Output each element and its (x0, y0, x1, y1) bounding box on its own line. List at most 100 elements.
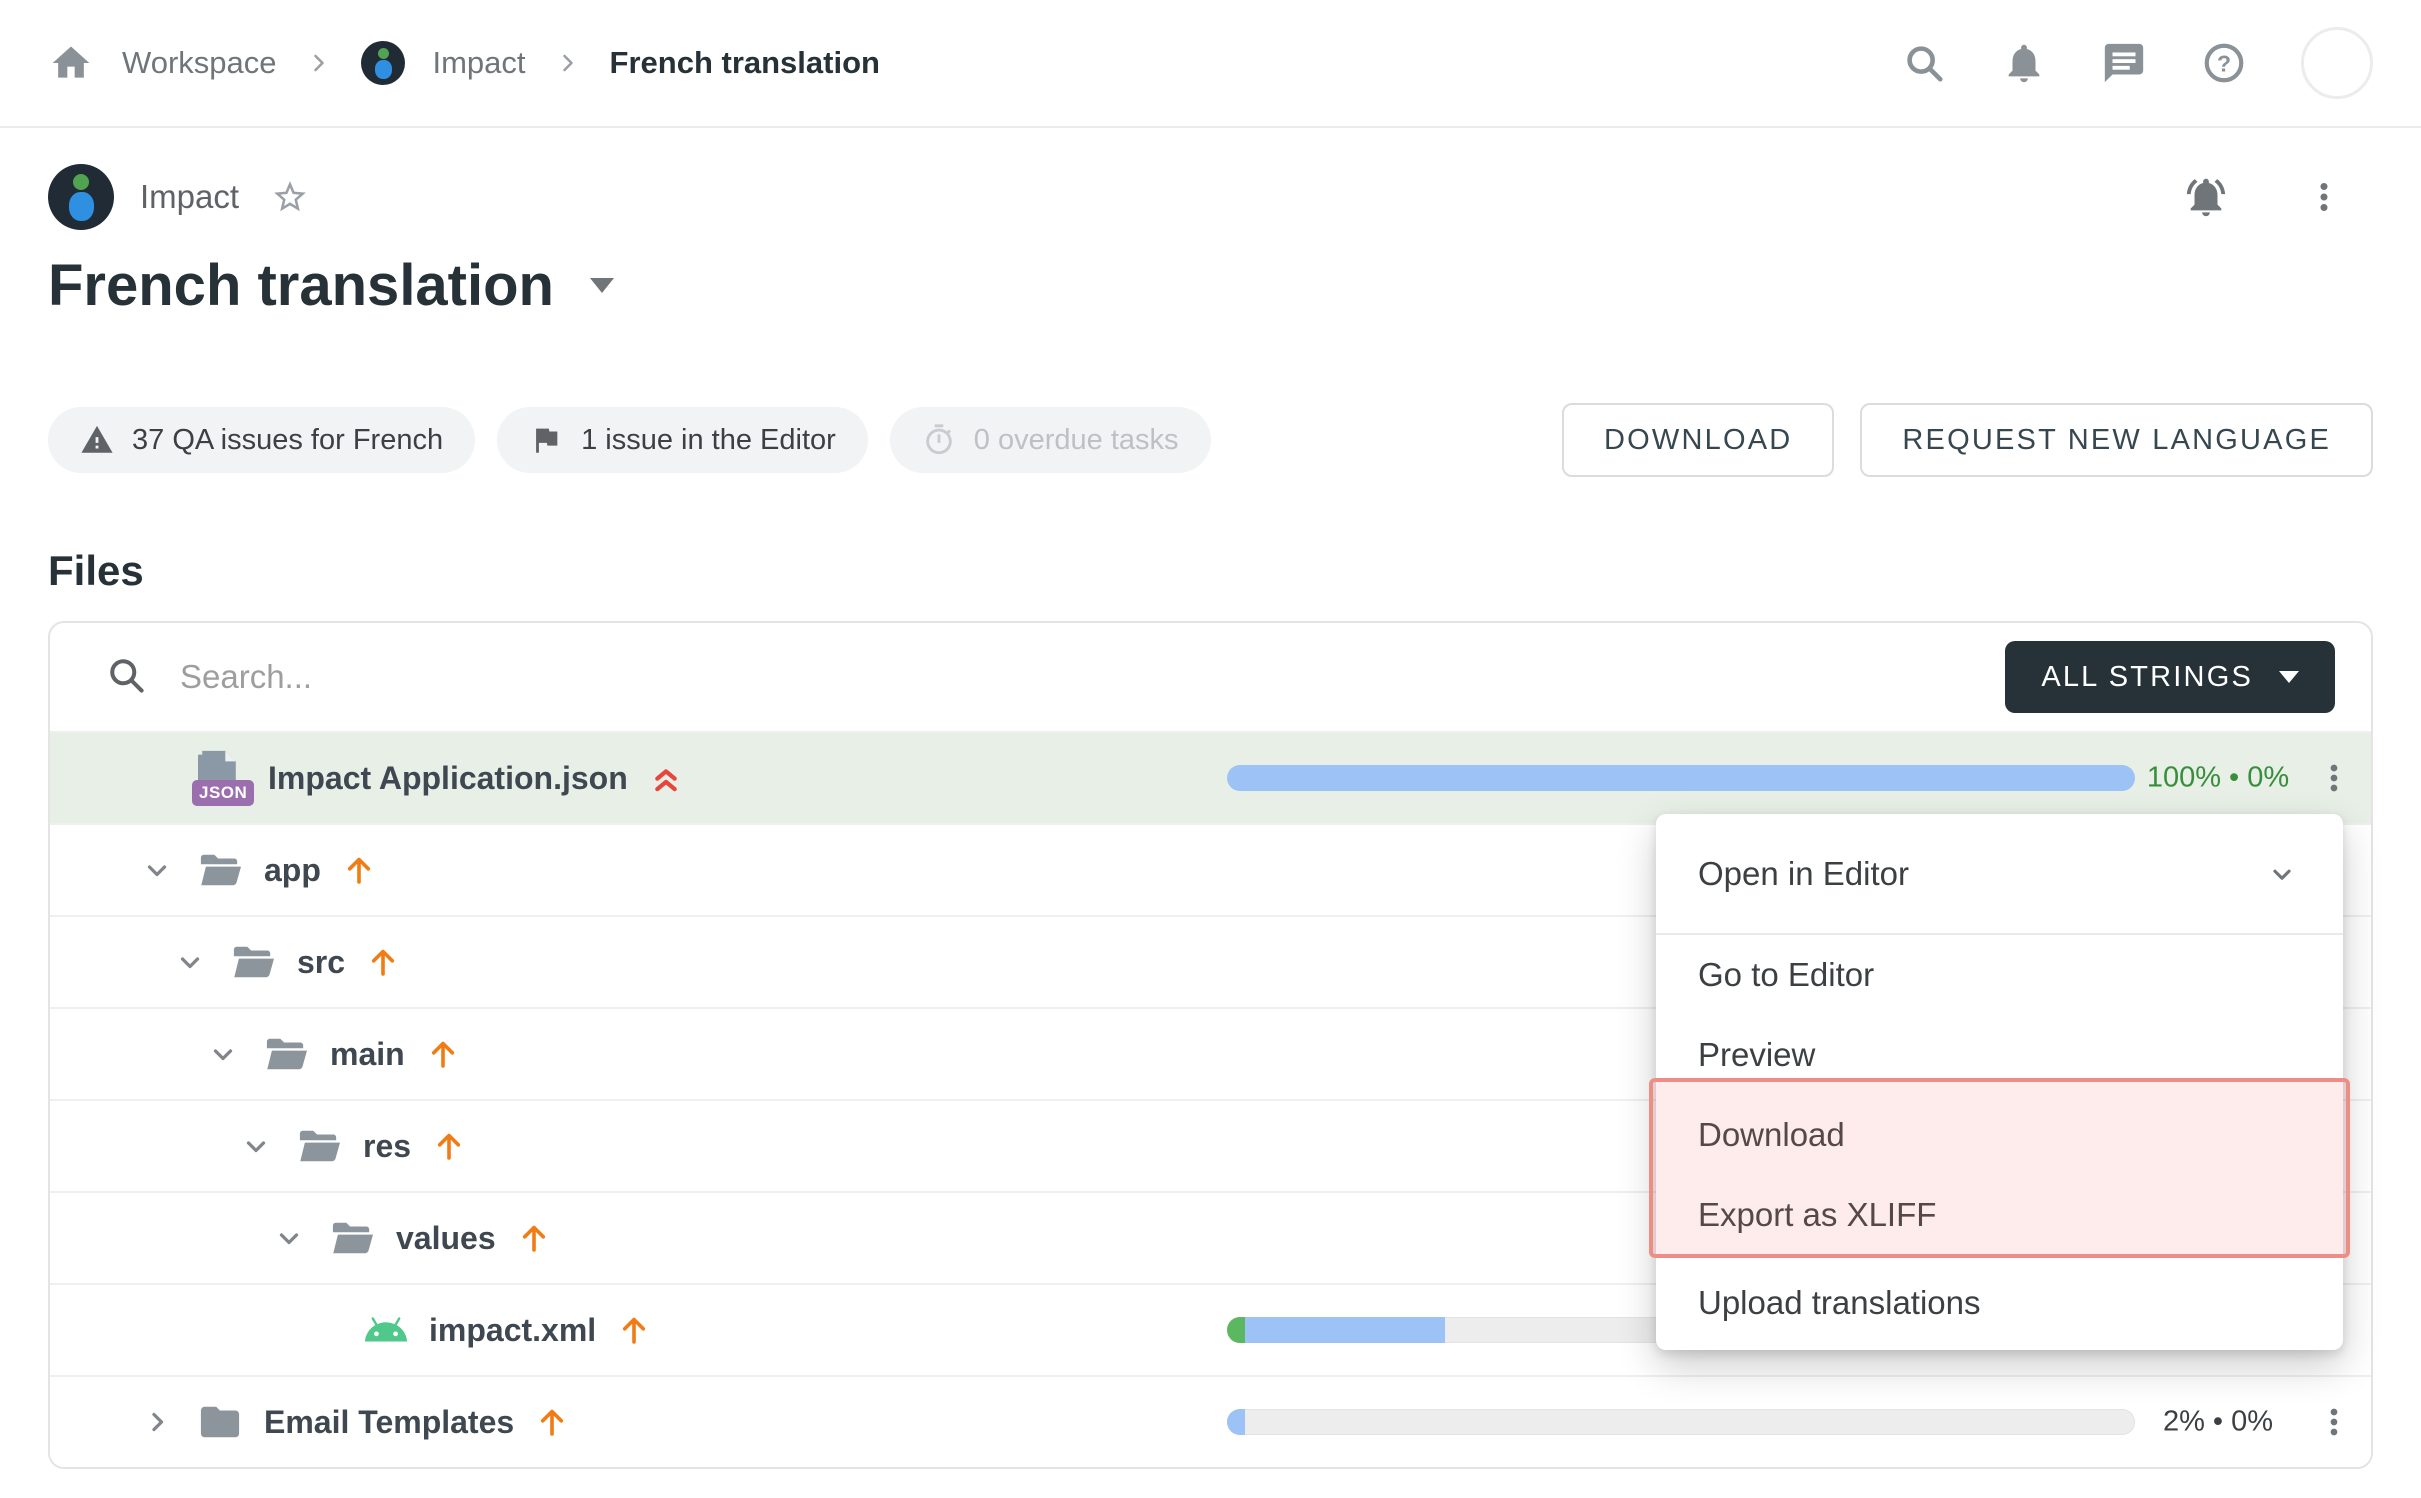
folder-icon (196, 849, 244, 891)
row-menu-icon[interactable] (2311, 758, 2357, 798)
strings-filter-button[interactable]: ALL STRINGS (2005, 641, 2335, 713)
android-file-icon (363, 1310, 409, 1350)
timer-icon (922, 423, 956, 457)
chevron-right-icon (305, 49, 333, 77)
chevron-down-icon[interactable] (270, 1220, 308, 1256)
menu-item-open-in-editor[interactable]: Open in Editor (1656, 814, 2343, 935)
warning-icon (80, 423, 114, 457)
menu-item-export-as-xliff[interactable]: Export as XLIFF (1656, 1175, 2343, 1255)
priority-high-icon (425, 1036, 461, 1072)
breadcrumb-project[interactable]: Impact (433, 45, 526, 81)
chevron-down-icon (2265, 857, 2299, 891)
download-button[interactable]: DOWNLOAD (1562, 403, 1834, 477)
chevron-down-icon[interactable] (204, 1036, 242, 1072)
editor-issues-badge[interactable]: 1 issue in the Editor (497, 407, 868, 473)
row-label-group: src (50, 941, 401, 983)
search-icon (104, 653, 148, 702)
project-header: Impact (0, 164, 2421, 230)
page-title-row: French translation (0, 252, 2421, 319)
row-label-group: main (50, 1033, 461, 1075)
row-label-group: app (50, 849, 377, 891)
row-label-group: res (50, 1125, 467, 1167)
notifications-icon[interactable] (2001, 40, 2047, 86)
menu-item-upload-translations[interactable]: Upload translations (1656, 1255, 2343, 1350)
chevron-right-icon[interactable] (138, 1404, 176, 1440)
files-search-input[interactable] (180, 658, 1973, 696)
row-label-group: impact.xml (50, 1310, 652, 1350)
qa-issues-badge[interactable]: 37 QA issues for French (48, 407, 475, 473)
header-actions: DOWNLOAD REQUEST NEW LANGUAGE (1562, 403, 2373, 477)
json-file-icon: JSON (198, 750, 248, 806)
folder-icon (262, 1033, 310, 1075)
translated-segment (1227, 1409, 1245, 1435)
chevron-down-icon[interactable] (237, 1128, 275, 1164)
folder-icon (196, 1401, 244, 1443)
file-row-impact-application-json[interactable]: JSONImpact Application.json100% • 0% (50, 731, 2371, 823)
menu-item-preview[interactable]: Preview (1656, 1015, 2343, 1095)
json-badge: JSON (192, 780, 254, 806)
translation-progress-bar (1227, 1409, 2135, 1435)
file-name: main (330, 1036, 405, 1073)
breadcrumb: Workspace Impact French translation (48, 40, 880, 86)
files-heading: Files (0, 547, 2421, 595)
menu-item-label: Preview (1698, 1036, 1815, 1074)
progress-stats: 100% • 0% (2108, 762, 2328, 795)
status-badges: 37 QA issues for French 1 issue in the E… (48, 407, 1211, 473)
project-name: Impact (140, 178, 239, 216)
priority-high-icon (365, 944, 401, 980)
priority-highest-icon (648, 760, 684, 796)
help-icon[interactable]: ? (2201, 40, 2247, 86)
messages-icon[interactable] (2101, 40, 2147, 86)
folder-icon (328, 1217, 376, 1259)
project-logo (48, 164, 114, 230)
row-menu-icon[interactable] (2311, 1402, 2357, 1442)
chevron-down-icon[interactable] (138, 852, 176, 888)
chevron-down-icon (2279, 671, 2299, 683)
page-title: French translation (48, 252, 554, 319)
file-name: values (396, 1220, 496, 1257)
chevron-down-icon[interactable] (171, 944, 209, 980)
file-name: app (264, 852, 321, 889)
priority-high-icon (516, 1220, 552, 1256)
priority-high-icon (534, 1404, 570, 1440)
file-name: impact.xml (429, 1312, 596, 1349)
topbar-actions: ? (1901, 27, 2373, 99)
project-logo-small (361, 41, 405, 85)
star-icon[interactable] (271, 178, 309, 216)
home-icon[interactable] (48, 40, 94, 86)
file-row-email-templates[interactable]: Email Templates 2% • 0% (50, 1375, 2371, 1467)
breadcrumb-workspace[interactable]: Workspace (122, 45, 277, 81)
menu-item-label: Upload translations (1698, 1284, 1981, 1322)
project-files-page: Workspace Impact French translation ? (0, 0, 2421, 1498)
row-label-group: values (50, 1217, 552, 1259)
menu-item-go-to-editor[interactable]: Go to Editor (1656, 935, 2343, 1015)
menu-item-download[interactable]: Download (1656, 1095, 2343, 1175)
translated-segment (1227, 765, 2135, 791)
project-meta-row: 37 QA issues for French 1 issue in the E… (0, 403, 2421, 477)
title-dropdown-caret[interactable] (590, 278, 614, 293)
file-name: res (363, 1128, 411, 1165)
svg-text:?: ? (2217, 51, 2231, 77)
menu-item-label: Go to Editor (1698, 956, 1874, 994)
file-context-menu: Open in Editor Go to Editor Preview Downloa… (1656, 814, 2343, 1350)
menu-item-label: Export as XLIFF (1698, 1196, 1936, 1234)
chevron-right-icon (554, 49, 582, 77)
request-new-language-button[interactable]: REQUEST NEW LANGUAGE (1860, 403, 2373, 477)
priority-high-icon (431, 1128, 467, 1164)
folder-icon (295, 1125, 343, 1167)
translation-progress-bar (1227, 765, 2135, 791)
more-vertical-icon[interactable] (2301, 174, 2347, 220)
row-label-group: Email Templates (50, 1401, 570, 1443)
overdue-tasks-badge: 0 overdue tasks (890, 407, 1211, 473)
approved-segment (1227, 1317, 1245, 1343)
file-name: Email Templates (264, 1404, 514, 1441)
user-avatar[interactable] (2301, 27, 2373, 99)
priority-high-icon (616, 1312, 652, 1348)
notifications-active-icon[interactable] (2183, 174, 2229, 220)
file-name: src (297, 944, 345, 981)
files-search-row: ALL STRINGS (50, 623, 2371, 731)
search-icon[interactable] (1901, 40, 1947, 86)
progress-stats: 2% • 0% (2108, 1406, 2328, 1439)
menu-item-label: Open in Editor (1698, 855, 1909, 893)
translated-segment (1245, 1317, 1445, 1343)
